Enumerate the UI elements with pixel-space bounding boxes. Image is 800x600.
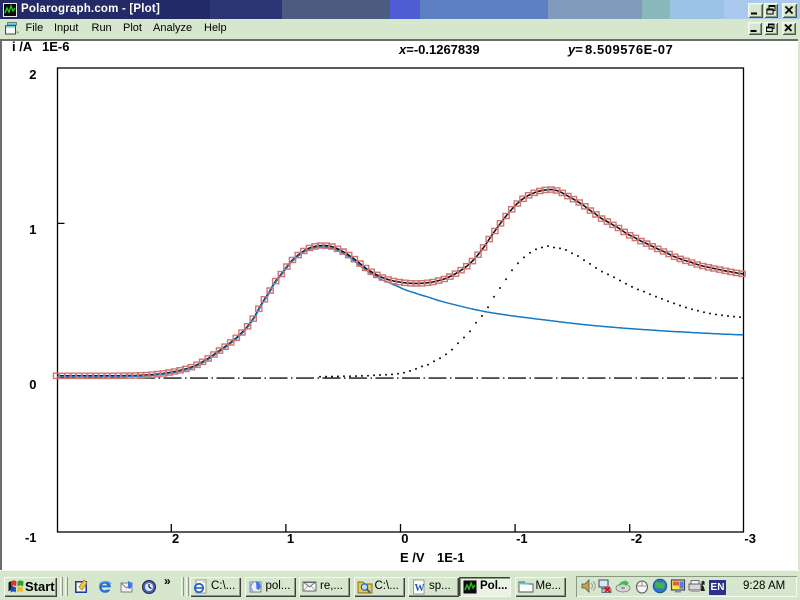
svg-text:W: W xyxy=(415,583,425,594)
